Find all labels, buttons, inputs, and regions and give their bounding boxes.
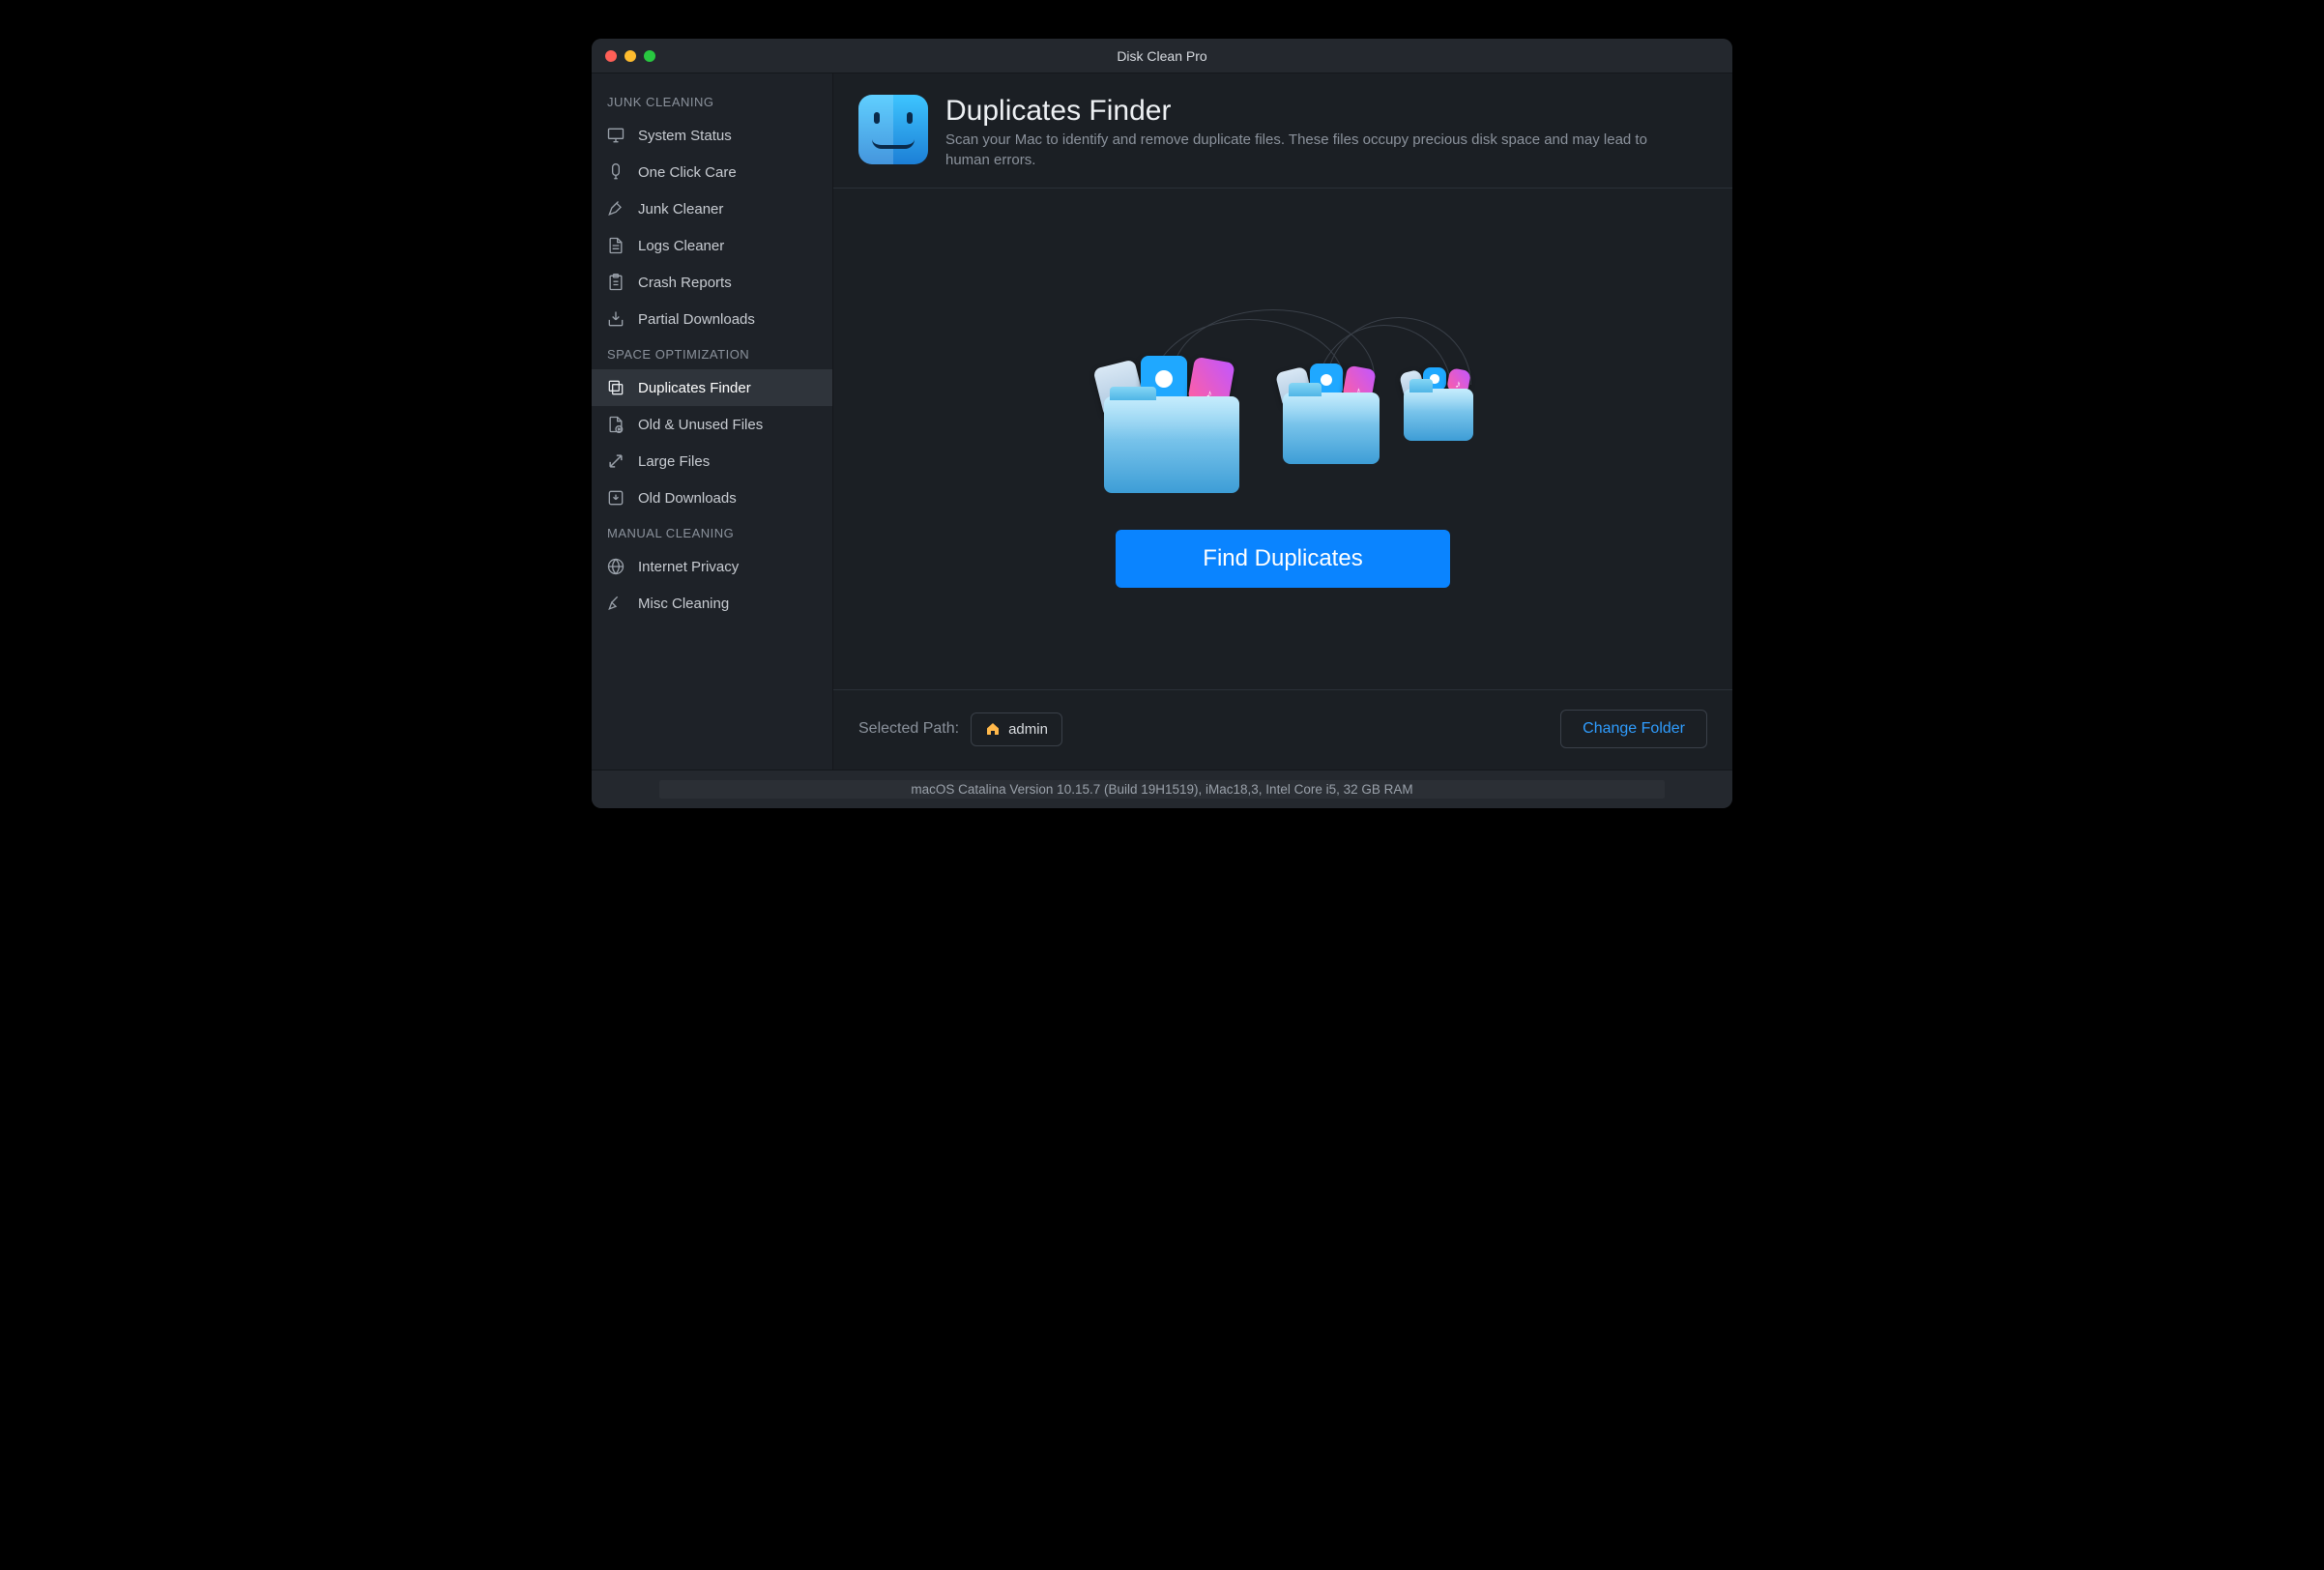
content-area: Find Duplicates bbox=[833, 189, 1732, 689]
folder-illustration bbox=[1104, 396, 1239, 493]
window-title: Disk Clean Pro bbox=[592, 48, 1732, 64]
clipboard-icon bbox=[605, 272, 626, 293]
sidebar-item-misc-cleaning[interactable]: Misc Cleaning bbox=[592, 585, 832, 622]
sidebar-item-label: Large Files bbox=[638, 453, 710, 470]
find-duplicates-button[interactable]: Find Duplicates bbox=[1116, 530, 1449, 588]
sidebar-item-label: Old & Unused Files bbox=[638, 417, 763, 433]
sweep-icon bbox=[605, 593, 626, 614]
sidebar-item-crash-reports[interactable]: Crash Reports bbox=[592, 264, 832, 301]
zoom-window-button[interactable] bbox=[644, 50, 655, 62]
sidebar-item-old-downloads[interactable]: Old Downloads bbox=[592, 480, 832, 516]
page-header: Duplicates Finder Scan your Mac to ident… bbox=[833, 73, 1732, 189]
sidebar-item-label: Logs Cleaner bbox=[638, 238, 724, 254]
home-icon bbox=[985, 721, 1001, 737]
inbox-icon bbox=[605, 308, 626, 330]
sidebar-item-system-status[interactable]: System Status bbox=[592, 117, 832, 154]
close-window-button[interactable] bbox=[605, 50, 617, 62]
sidebar-item-junk-cleaner[interactable]: Junk Cleaner bbox=[592, 190, 832, 227]
sidebar-item-logs-cleaner[interactable]: Logs Cleaner bbox=[592, 227, 832, 264]
sidebar-item-label: Misc Cleaning bbox=[638, 596, 729, 612]
selected-path-text: admin bbox=[1008, 721, 1048, 738]
app-window: Disk Clean Pro JUNK CLEANING System Stat… bbox=[592, 39, 1732, 808]
selected-path-label: Selected Path: bbox=[858, 720, 959, 738]
traffic-lights bbox=[592, 50, 655, 62]
sidebar-item-large-files[interactable]: Large Files bbox=[592, 443, 832, 480]
page-header-text: Duplicates Finder Scan your Mac to ident… bbox=[945, 95, 1680, 170]
sidebar-item-label: Junk Cleaner bbox=[638, 201, 723, 218]
sidebar-item-label: Internet Privacy bbox=[638, 559, 739, 575]
system-info-text: macOS Catalina Version 10.15.7 (Build 19… bbox=[659, 780, 1664, 799]
main-pane: Duplicates Finder Scan your Mac to ident… bbox=[833, 73, 1732, 770]
wand-icon bbox=[605, 161, 626, 183]
sidebar-item-duplicates-finder[interactable]: Duplicates Finder bbox=[592, 369, 832, 406]
sidebar-item-partial-downloads[interactable]: Partial Downloads bbox=[592, 301, 832, 337]
titlebar[interactable]: Disk Clean Pro bbox=[592, 39, 1732, 73]
body: JUNK CLEANING System Status One Click Ca… bbox=[592, 73, 1732, 770]
sidebar-section-space-optimization: SPACE OPTIMIZATION bbox=[592, 337, 832, 369]
globe-icon bbox=[605, 556, 626, 577]
selected-path-row: Selected Path: admin Change Folder bbox=[833, 689, 1732, 770]
sidebar-item-label: Old Downloads bbox=[638, 490, 737, 507]
folder-illustration bbox=[1283, 392, 1380, 464]
download-icon bbox=[605, 487, 626, 509]
sidebar-section-junk-cleaning: JUNK CLEANING bbox=[592, 85, 832, 117]
duplicates-illustration bbox=[1075, 290, 1491, 493]
broom-icon bbox=[605, 198, 626, 219]
sidebar-item-label: Partial Downloads bbox=[638, 311, 755, 328]
sidebar-item-label: One Click Care bbox=[638, 164, 737, 181]
page-title: Duplicates Finder bbox=[945, 95, 1680, 128]
monitor-icon bbox=[605, 125, 626, 146]
minimize-window-button[interactable] bbox=[625, 50, 636, 62]
file-x-icon bbox=[605, 414, 626, 435]
system-info-footer: macOS Catalina Version 10.15.7 (Build 19… bbox=[592, 770, 1732, 808]
sidebar-item-one-click-care[interactable]: One Click Care bbox=[592, 154, 832, 190]
sidebar-item-label: Duplicates Finder bbox=[638, 380, 751, 396]
folder-illustration bbox=[1404, 389, 1473, 441]
sidebar: JUNK CLEANING System Status One Click Ca… bbox=[592, 73, 833, 770]
duplicate-icon bbox=[605, 377, 626, 398]
sidebar-item-label: System Status bbox=[638, 128, 732, 144]
selected-path-value: admin bbox=[971, 712, 1062, 746]
sidebar-item-old-unused-files[interactable]: Old & Unused Files bbox=[592, 406, 832, 443]
page-subtitle: Scan your Mac to identify and remove dup… bbox=[945, 130, 1680, 170]
finder-app-icon bbox=[858, 95, 928, 164]
sidebar-section-manual-cleaning: MANUAL CLEANING bbox=[592, 516, 832, 548]
sidebar-item-label: Crash Reports bbox=[638, 275, 732, 291]
document-icon bbox=[605, 235, 626, 256]
expand-icon bbox=[605, 451, 626, 472]
change-folder-button[interactable]: Change Folder bbox=[1560, 710, 1707, 748]
sidebar-item-internet-privacy[interactable]: Internet Privacy bbox=[592, 548, 832, 585]
